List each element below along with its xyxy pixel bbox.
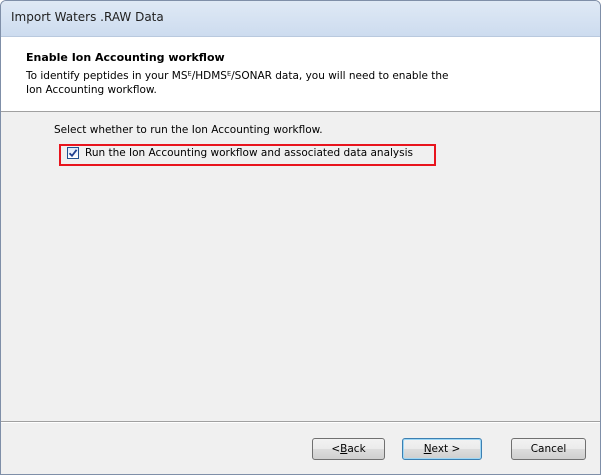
next-label-rest: ext > <box>431 443 461 455</box>
page-description: To identify peptides in your MSᴱ/HDMSᴱ/S… <box>26 70 449 96</box>
checkbox-label: Run the Ion Accounting workflow and asso… <box>85 147 413 159</box>
window-title: Import Waters .RAW Data <box>11 10 164 24</box>
back-button[interactable]: < Back <box>312 438 385 460</box>
next-button[interactable]: Next > <box>402 438 482 460</box>
page-title: Enable Ion Accounting workflow <box>26 51 225 64</box>
wizard-header: Enable Ion Accounting workflow To identi… <box>1 37 600 112</box>
footer-divider <box>1 421 600 423</box>
title-bar[interactable]: Import Waters .RAW Data <box>1 1 600 37</box>
ion-accounting-checkbox-row[interactable]: Run the Ion Accounting workflow and asso… <box>67 147 413 159</box>
back-label-rest: ack <box>347 443 366 455</box>
ion-accounting-checkbox[interactable] <box>67 147 79 159</box>
import-dialog: Import Waters .RAW Data Enable Ion Accou… <box>0 0 601 475</box>
next-access-key: N <box>423 443 432 455</box>
back-access-key: B <box>340 443 348 455</box>
back-prefix: < <box>331 443 341 455</box>
wizard-content: Select whether to run the Ion Accounting… <box>1 112 600 417</box>
checkmark-icon <box>68 149 78 158</box>
instruction-text: Select whether to run the Ion Accounting… <box>54 124 323 136</box>
cancel-button[interactable]: Cancel <box>511 438 586 460</box>
